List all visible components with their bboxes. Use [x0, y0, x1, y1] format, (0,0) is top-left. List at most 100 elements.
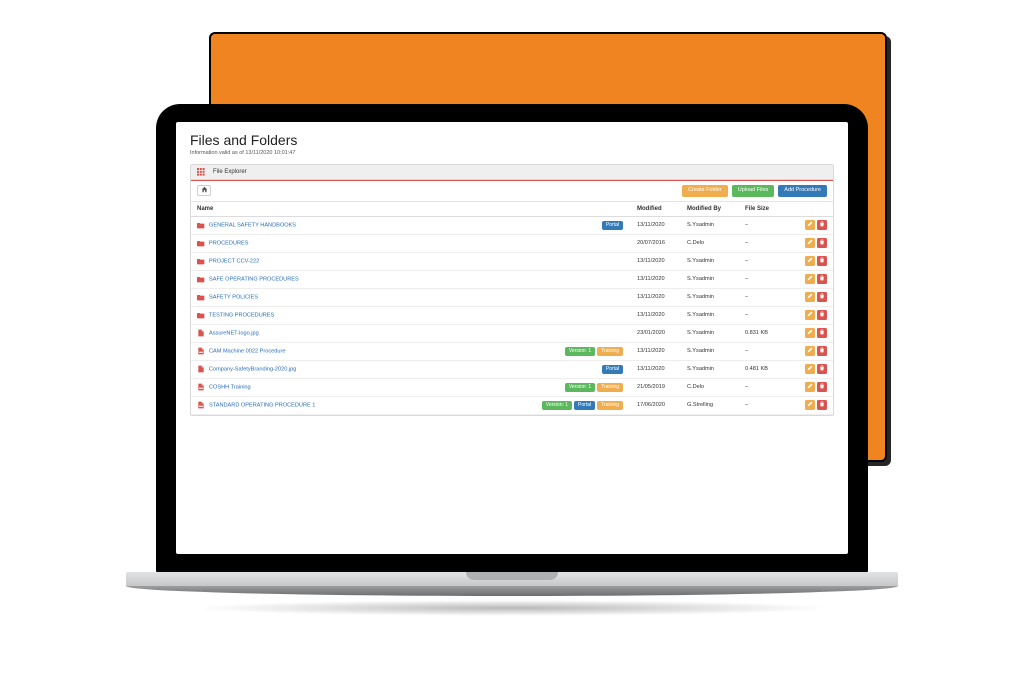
- col-actions: [789, 202, 833, 217]
- row-modified: 17/06/2020: [631, 396, 681, 414]
- tag: Version: 1: [565, 383, 595, 392]
- grid-icon: [197, 168, 205, 176]
- row-size: 0.481 KB: [739, 360, 789, 378]
- trash-icon: [819, 365, 825, 373]
- file-link[interactable]: PROCEDURES: [209, 241, 248, 247]
- add-procedure-button[interactable]: Add Procedure: [778, 185, 827, 197]
- row-size: –: [739, 234, 789, 252]
- col-size[interactable]: File Size: [739, 202, 789, 217]
- trash-icon: [819, 347, 825, 355]
- row-modified: 13/11/2020: [631, 342, 681, 360]
- folder-icon: [197, 221, 205, 229]
- edit-button[interactable]: [805, 238, 815, 248]
- file-link[interactable]: SAFETY POLICIES: [209, 295, 258, 301]
- row-tags: Portal: [443, 216, 631, 234]
- table-row: PROJECT CCV-22213/11/2020S.Ysadmin–: [191, 252, 833, 270]
- delete-button[interactable]: [817, 382, 827, 392]
- laptop-mockup: Files and Folders Information valid as o…: [126, 104, 898, 606]
- pencil-icon: [807, 329, 813, 337]
- laptop-base: [126, 572, 898, 606]
- delete-button[interactable]: [817, 400, 827, 410]
- edit-button[interactable]: [805, 346, 815, 356]
- table-row: TESTING PROCEDURES13/11/2020S.Ysadmin–: [191, 306, 833, 324]
- row-modified-by: S.Ysadmin: [681, 342, 739, 360]
- table-row: SAFETY POLICIES13/11/2020S.Ysadmin–: [191, 288, 833, 306]
- col-modified[interactable]: Modified: [631, 202, 681, 217]
- breadcrumb-home[interactable]: [197, 185, 211, 196]
- table-row: Company-SafetyBranding-2020.jpgPortal13/…: [191, 360, 833, 378]
- row-modified-by: S.Ysadmin: [681, 270, 739, 288]
- row-tags: [443, 306, 631, 324]
- edit-button[interactable]: [805, 220, 815, 230]
- delete-button[interactable]: [817, 238, 827, 248]
- tag: Portal: [574, 401, 595, 410]
- file-icon: [197, 329, 205, 337]
- row-modified: 20/07/2016: [631, 234, 681, 252]
- edit-button[interactable]: [805, 292, 815, 302]
- delete-button[interactable]: [817, 292, 827, 302]
- tag: Training: [597, 383, 623, 392]
- pencil-icon: [807, 311, 813, 319]
- delete-button[interactable]: [817, 346, 827, 356]
- edit-button[interactable]: [805, 274, 815, 284]
- trash-icon: [819, 293, 825, 301]
- row-modified-by: C.Delo: [681, 378, 739, 396]
- file-link[interactable]: Company-SafetyBranding-2020.jpg: [209, 367, 296, 373]
- delete-button[interactable]: [817, 256, 827, 266]
- tag: Portal: [602, 221, 623, 230]
- tag: Training: [597, 347, 623, 356]
- edit-button[interactable]: [805, 256, 815, 266]
- file-link[interactable]: CAM Machine 0022 Procedure: [209, 349, 286, 355]
- pencil-icon: [807, 239, 813, 247]
- row-modified-by: S.Ysadmin: [681, 360, 739, 378]
- pencil-icon: [807, 401, 813, 409]
- table-row: COSHH TrainingVersion: 1Training21/05/20…: [191, 378, 833, 396]
- row-modified: 13/11/2020: [631, 360, 681, 378]
- edit-button[interactable]: [805, 328, 815, 338]
- file-link[interactable]: STANDARD OPERATING PROCEDURE 1: [209, 403, 315, 409]
- row-size: –: [739, 252, 789, 270]
- file-link[interactable]: GENERAL SAFETY HANDBOOKS: [209, 223, 296, 229]
- table-row: CAM Machine 0022 ProcedureVersion: 1Trai…: [191, 342, 833, 360]
- edit-button[interactable]: [805, 400, 815, 410]
- file-link[interactable]: SAFE OPERATING PROCEDURES: [209, 277, 299, 283]
- create-folder-button[interactable]: Create Folder: [682, 185, 728, 197]
- pencil-icon: [807, 293, 813, 301]
- trash-icon: [819, 275, 825, 283]
- row-modified-by: S.Ysadmin: [681, 288, 739, 306]
- pencil-icon: [807, 257, 813, 265]
- row-size: –: [739, 270, 789, 288]
- row-tags: [443, 288, 631, 306]
- delete-button[interactable]: [817, 274, 827, 284]
- page-title: Files and Folders: [190, 132, 834, 148]
- col-name[interactable]: Name: [191, 202, 443, 217]
- row-modified-by: S.Ysadmin: [681, 324, 739, 342]
- row-size: –: [739, 288, 789, 306]
- tag: Training: [597, 401, 623, 410]
- file-link[interactable]: AssureNET-logo.jpg: [209, 331, 259, 337]
- edit-button[interactable]: [805, 364, 815, 374]
- folder-icon: [197, 275, 205, 283]
- trash-icon: [819, 311, 825, 319]
- row-size: –: [739, 396, 789, 414]
- row-modified: 23/01/2020: [631, 324, 681, 342]
- col-by[interactable]: Modified By: [681, 202, 739, 217]
- row-tags: [443, 234, 631, 252]
- upload-files-button[interactable]: Upload Files: [732, 185, 775, 197]
- table-row: GENERAL SAFETY HANDBOOKSPortal13/11/2020…: [191, 216, 833, 234]
- pencil-icon: [807, 221, 813, 229]
- delete-button[interactable]: [817, 364, 827, 374]
- delete-button[interactable]: [817, 328, 827, 338]
- page-subtitle: Information valid as of 13/11/2020 10:01…: [190, 150, 834, 156]
- delete-button[interactable]: [817, 310, 827, 320]
- edit-button[interactable]: [805, 310, 815, 320]
- row-tags: Version: 1Training: [443, 378, 631, 396]
- toolbar: Create Folder Upload Files Add Procedure: [191, 181, 833, 202]
- file-icon: [197, 365, 205, 373]
- file-link[interactable]: PROJECT CCV-222: [209, 259, 259, 265]
- delete-button[interactable]: [817, 220, 827, 230]
- edit-button[interactable]: [805, 382, 815, 392]
- file-link[interactable]: COSHH Training: [209, 385, 251, 391]
- table-row: AssureNET-logo.jpg23/01/2020S.Ysadmin0.8…: [191, 324, 833, 342]
- file-link[interactable]: TESTING PROCEDURES: [209, 313, 274, 319]
